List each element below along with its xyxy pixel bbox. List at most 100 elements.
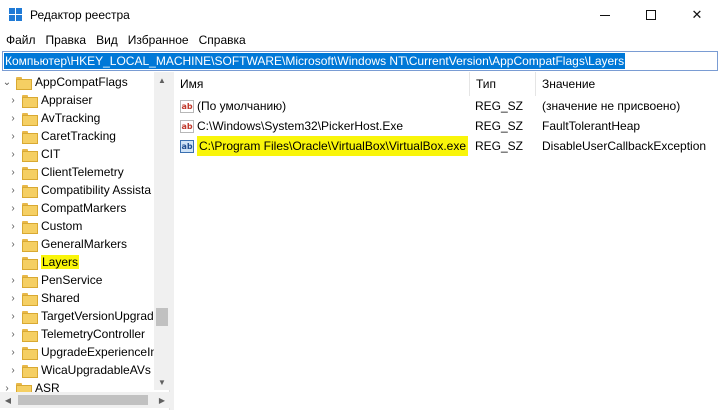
chevron-right-icon[interactable]: › (8, 127, 18, 145)
tree-item-label: UpgradeExperienceIn (41, 345, 158, 359)
tree-item-compatibility-assistant[interactable]: › Compatibility Assista (8, 181, 151, 199)
tree-item-label: CIT (41, 147, 61, 161)
tree-item-appraiser[interactable]: › Appraiser (8, 91, 92, 109)
value-type: REG_SZ (475, 139, 524, 153)
close-button[interactable]: ✕ (674, 0, 720, 30)
ab-string-icon: ab (180, 99, 194, 113)
tree-item-label: Custom (41, 219, 83, 233)
value-type: REG_SZ (475, 119, 524, 133)
folder-icon (22, 238, 38, 252)
tree-item-generalmarkers[interactable]: › GeneralMarkers (8, 235, 127, 253)
address-bar[interactable]: Компьютер\HKEY_LOCAL_MACHINE\SOFTWARE\Mi… (2, 51, 718, 71)
value-type: REG_SZ (475, 99, 524, 113)
column-header-name[interactable]: Имя (174, 72, 470, 96)
chevron-right-icon[interactable]: › (8, 145, 18, 163)
menu-favorites[interactable]: Избранное (124, 30, 193, 50)
chevron-right-icon[interactable]: › (8, 91, 18, 109)
chevron-right-icon[interactable]: › (8, 235, 18, 253)
chevron-right-icon[interactable]: › (8, 325, 18, 343)
chevron-right-icon[interactable]: › (8, 163, 18, 181)
column-header-value[interactable]: Значение (536, 72, 720, 96)
column-header-type[interactable]: Тип (470, 72, 536, 96)
folder-icon (22, 364, 38, 378)
tree-item-layers[interactable]: Layers (8, 253, 80, 271)
menu-view[interactable]: Вид (92, 30, 122, 50)
list-row-selected[interactable]: ab C:\Program Files\Oracle\VirtualBox\Vi… (174, 136, 720, 156)
chevron-right-icon[interactable]: › (8, 289, 18, 307)
tree-item-label: TelemetryController (41, 327, 146, 341)
folder-icon (22, 184, 38, 198)
folder-icon (22, 310, 38, 324)
folder-icon (22, 112, 38, 126)
tree-item-cit[interactable]: › CIT (8, 145, 60, 163)
chevron-right-icon[interactable]: › (8, 343, 18, 361)
value-name-cell: ab (По умолчанию) (180, 96, 468, 116)
tree-item-shared[interactable]: › Shared (8, 289, 80, 307)
chevron-right-icon[interactable]: › (8, 307, 18, 325)
scroll-left-arrow-icon[interactable]: ◀ (0, 392, 16, 408)
folder-icon (22, 220, 38, 234)
chevron-right-icon[interactable]: › (8, 199, 18, 217)
chevron-right-icon[interactable]: › (8, 181, 18, 199)
tree-item-avtracking[interactable]: › AvTracking (8, 109, 100, 127)
regedit-app-icon (9, 8, 23, 22)
folder-icon (22, 130, 38, 144)
tree-item-label: AppCompatFlags (35, 75, 128, 89)
tree-item-label: Compatibility Assista (41, 183, 152, 197)
menu-help[interactable]: Справка (195, 30, 250, 50)
folder-icon (22, 256, 38, 270)
list-row[interactable]: ab (По умолчанию) REG_SZ (значение не пр… (174, 96, 720, 116)
tree-item-appcompatflags[interactable]: ⌄ AppCompatFlags (2, 73, 128, 91)
chevron-right-icon[interactable]: › (8, 217, 18, 235)
tree-item-carettracking[interactable]: › CaretTracking (8, 127, 116, 145)
value-data: DisableUserCallbackException (542, 139, 707, 153)
scroll-thumb[interactable] (18, 395, 148, 405)
menu-edit[interactable]: Правка (42, 30, 91, 50)
tree-item-telemetrycontroller[interactable]: › TelemetryController (8, 325, 145, 343)
tree-item-wicaupgradableavs[interactable]: › WicaUpgradableAVs (8, 361, 151, 379)
tree-item-label: PenService (41, 273, 103, 287)
address-path[interactable]: Компьютер\HKEY_LOCAL_MACHINE\SOFTWARE\Mi… (4, 53, 626, 69)
tree-item-label: WicaUpgradableAVs (41, 363, 151, 377)
tree-item-compatmarkers[interactable]: › CompatMarkers (8, 199, 126, 217)
title-bar: Редактор реестра ✕ (0, 0, 720, 30)
maximize-icon (646, 10, 656, 20)
tree-horizontal-scrollbar[interactable]: ◀ ▶ (0, 392, 170, 408)
key-tree: ⌄ AppCompatFlags › Appraiser › AvTrackin… (0, 72, 170, 410)
scroll-thumb[interactable] (156, 308, 168, 326)
minimize-button[interactable] (582, 0, 628, 30)
tree-item-custom[interactable]: › Custom (8, 217, 82, 235)
scroll-right-arrow-icon[interactable]: ▶ (154, 392, 170, 408)
maximize-button[interactable] (628, 0, 674, 30)
scroll-up-arrow-icon[interactable]: ▲ (154, 72, 170, 88)
tree-item-label: CaretTracking (41, 129, 116, 143)
scroll-down-arrow-icon[interactable]: ▼ (154, 374, 170, 390)
tree-item-label: AvTracking (41, 111, 101, 125)
ab-string-icon: ab (180, 139, 194, 153)
chevron-down-icon[interactable]: ⌄ (2, 73, 12, 91)
value-name-cell: ab C:\Windows\System32\PickerHost.Exe (180, 116, 468, 136)
tree-item-upgradeexperience[interactable]: › UpgradeExperienceIn (8, 343, 157, 361)
menu-file[interactable]: Файл (2, 30, 40, 50)
minimize-icon (600, 14, 610, 16)
chevron-right-icon[interactable]: › (8, 361, 18, 379)
folder-icon (22, 148, 38, 162)
folder-icon (22, 346, 38, 360)
values-list: Имя Тип Значение ab (По умолчанию) REG_S… (174, 72, 720, 410)
tree-vertical-scrollbar[interactable]: ▲ ▼ (154, 72, 170, 390)
menu-bar: Файл Правка Вид Избранное Справка (0, 30, 720, 50)
value-name-cell: ab C:\Program Files\Oracle\VirtualBox\Vi… (180, 136, 468, 156)
value-name: (По умолчанию) (197, 99, 287, 113)
value-name: C:\Windows\System32\PickerHost.Exe (197, 119, 404, 133)
chevron-right-icon[interactable]: › (8, 271, 18, 289)
close-icon: ✕ (691, 7, 703, 22)
tree-item-clienttelemetry[interactable]: › ClientTelemetry (8, 163, 124, 181)
tree-item-label: ClientTelemetry (41, 165, 124, 179)
folder-icon (16, 76, 32, 90)
list-row[interactable]: ab C:\Windows\System32\PickerHost.Exe RE… (174, 116, 720, 136)
chevron-right-icon[interactable]: › (8, 109, 18, 127)
folder-icon (22, 328, 38, 342)
ab-string-icon: ab (180, 119, 194, 133)
tree-item-penservice[interactable]: › PenService (8, 271, 102, 289)
tree-item-targetversionupgrade[interactable]: › TargetVersionUpgrad (8, 307, 154, 325)
